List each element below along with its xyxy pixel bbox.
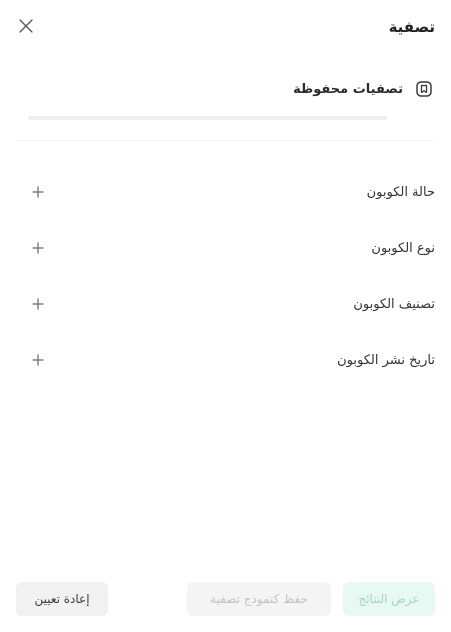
filter-label: تاريخ نشر الكوبون — [337, 353, 435, 368]
reset-button[interactable]: إعادة تعيين — [16, 582, 108, 616]
filter-label: نوع الكوبون — [371, 241, 435, 256]
filter-coupon-status[interactable]: حالة الكوبون — [0, 168, 451, 218]
bookmark-icon — [413, 78, 435, 100]
close-icon — [19, 19, 33, 33]
section-divider — [16, 140, 435, 141]
filter-label: تصنيف الكوبون — [353, 297, 435, 312]
plus-icon[interactable] — [30, 352, 46, 368]
filter-coupon-publish-date[interactable]: تاريخ نشر الكوبون — [0, 336, 451, 386]
saved-filters-toggle[interactable]: تصفيات محفوظة — [293, 78, 435, 100]
saved-filters-label: تصفيات محفوظة — [293, 81, 403, 97]
filter-footer: عرض النتائج حفظ كنموذج تصفية إعادة تعيين — [0, 572, 451, 632]
filter-panel-header: تصفية — [0, 0, 451, 56]
plus-icon[interactable] — [30, 296, 46, 312]
page-title: تصفية — [388, 18, 435, 36]
show-results-button[interactable]: عرض النتائج — [343, 582, 435, 616]
save-filter-template-button[interactable]: حفظ كنموذج تصفية — [187, 582, 331, 616]
filter-coupon-type[interactable]: نوع الكوبون — [0, 224, 451, 274]
filter-coupon-category[interactable]: تصنيف الكوبون — [0, 280, 451, 330]
saved-filters-section: تصفيات محفوظة — [16, 72, 435, 148]
close-button[interactable] — [14, 14, 38, 38]
plus-icon[interactable] — [30, 184, 46, 200]
plus-icon[interactable] — [30, 240, 46, 256]
filter-label: حالة الكوبون — [366, 185, 435, 200]
saved-filters-scrollbar[interactable] — [28, 116, 387, 120]
